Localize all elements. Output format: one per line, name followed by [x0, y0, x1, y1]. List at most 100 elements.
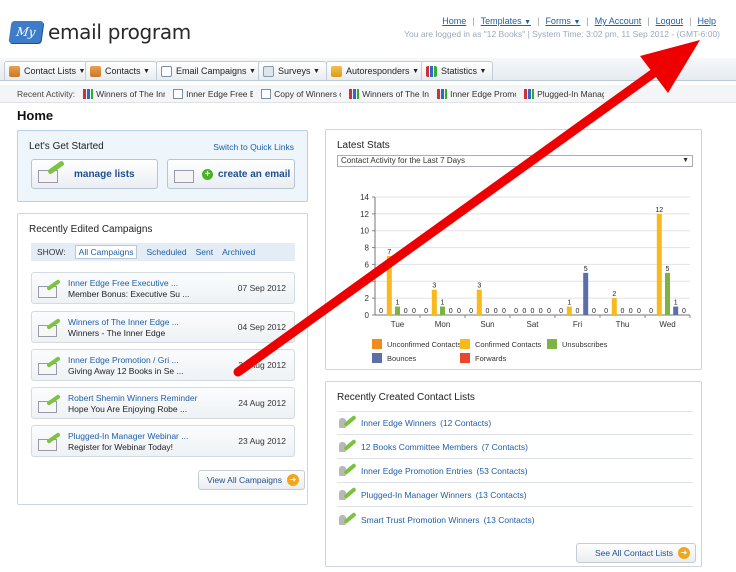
view-all-campaigns-button[interactable]: View All Campaigns ➜ — [198, 470, 305, 490]
tab-surveys[interactable]: Surveys ▼ — [258, 61, 327, 80]
tab-autoresponders[interactable]: Autoresponders ▼ — [326, 61, 426, 80]
contact-list-item[interactable]: Inner Edge Winners (12 Contacts) — [337, 412, 693, 435]
legend-label: Bounces — [387, 353, 417, 363]
contact-list-name[interactable]: Inner Edge Winners — [361, 418, 436, 428]
bar-value-label: 0 — [592, 308, 596, 315]
filter-sent[interactable]: Sent — [196, 247, 214, 257]
pen-shape — [343, 414, 357, 428]
stats-period-select[interactable]: Contact Activity for the Last 7 Days ▼ — [337, 155, 693, 167]
forms-label: Forms — [545, 16, 571, 26]
contact-list-item[interactable]: Smart Trust Promotion Winners (13 Contact… — [337, 508, 693, 531]
x-tick-label: Thu — [616, 320, 630, 329]
contact-list-item[interactable]: Plugged-In Manager Winners (13 Contacts) — [337, 484, 693, 507]
bar-chart-icon — [349, 88, 360, 99]
recent-activity-item[interactable]: Plugged-In Manager — [524, 88, 604, 99]
tab-email-campaigns[interactable]: Email Campaigns ▼ — [156, 61, 263, 80]
bar — [386, 256, 392, 315]
campaign-subject: Member Bonus: Executive Su ... — [68, 289, 190, 299]
bar-value-label: 0 — [576, 308, 580, 315]
campaign-icon — [38, 356, 64, 377]
bar-chart-icon — [83, 88, 94, 99]
filter-all-campaigns[interactable]: All Campaigns — [74, 245, 138, 259]
tab-contact-lists[interactable]: Contact Lists ▼ — [4, 61, 93, 80]
x-tick-label: Sun — [480, 320, 494, 329]
campaign-item[interactable]: Inner Edge Promotion / Gri ... Giving Aw… — [31, 349, 295, 381]
campaign-item[interactable]: Robert Shemin Winners Reminder Hope You … — [31, 387, 295, 419]
bar — [440, 306, 445, 315]
recent-activity-item[interactable]: Inner Edge Promotion — [437, 88, 516, 99]
recent-activity-item[interactable]: Winners of The Inner Edge — [349, 88, 429, 99]
bar-value-label: 0 — [531, 308, 535, 315]
manage-lists-button[interactable]: manage lists — [31, 159, 158, 189]
recent-item-label: Inner Edge Free Executive — [186, 88, 253, 99]
envelope-icon — [174, 163, 200, 185]
campaign-name[interactable]: Inner Edge Free Executive ... — [68, 278, 178, 288]
campaign-name[interactable]: Inner Edge Promotion / Gri ... — [68, 355, 179, 365]
header: My email program Home | Templates ▼ | Form… — [0, 0, 736, 58]
contact-list-name[interactable]: Inner Edge Promotion Entries — [361, 466, 473, 476]
campaign-item[interactable]: Inner Edge Free Executive ... Member Bon… — [31, 272, 295, 304]
recent-activity-item[interactable]: Winners of The Inner Edge — [83, 88, 165, 99]
bar-value-label: 5 — [666, 266, 670, 273]
campaign-name[interactable]: Robert Shemin Winners Reminder — [68, 393, 197, 403]
contact-list-count: (7 Contacts) — [481, 442, 528, 452]
pen-shape — [343, 486, 357, 500]
see-all-contact-lists-button[interactable]: See All Contact Lists ➜ — [576, 543, 696, 563]
view-all-campaigns-label: View All Campaigns — [207, 475, 282, 485]
separator: | — [647, 16, 650, 26]
see-all-contact-lists-label: See All Contact Lists — [595, 548, 673, 558]
contact-list-name[interactable]: Plugged-In Manager Winners — [361, 490, 472, 500]
bar-value-label: 0 — [637, 308, 641, 315]
contact-list-item[interactable]: Inner Edge Promotion Entries (53 Contacts… — [337, 460, 693, 483]
help-link[interactable]: Help — [697, 16, 716, 26]
campaign-date: 24 Aug 2012 — [238, 398, 286, 408]
bar-value-label: 1 — [674, 300, 678, 307]
contact-list-item[interactable]: 12 Books Committee Members (7 Contacts) — [337, 436, 693, 459]
recent-activity-item[interactable]: Inner Edge Free Executive — [173, 88, 253, 99]
bar-value-label: 0 — [629, 308, 633, 315]
tab-statistics[interactable]: Statistics ▼ — [421, 61, 494, 80]
bar-value-label: 0 — [494, 308, 498, 315]
y-tick-label: 14 — [360, 193, 369, 202]
campaign-icon — [38, 432, 64, 453]
y-tick-label: 12 — [360, 210, 369, 219]
tab-label: Email Campaigns — [176, 66, 247, 76]
my-account-link[interactable]: My Account — [595, 16, 642, 26]
envelope-icon — [161, 65, 172, 77]
tab-contacts[interactable]: Contacts ▼ — [85, 61, 157, 80]
y-tick-label: 0 — [365, 311, 370, 320]
create-email-button[interactable]: + create an email — [167, 159, 295, 189]
contact-list-name[interactable]: 12 Books Committee Members — [361, 442, 478, 452]
logout-link[interactable]: Logout — [656, 16, 684, 26]
bar-value-label: 1 — [441, 300, 445, 307]
campaign-icon — [38, 318, 64, 339]
login-info: You are logged in as "12 Books" | System… — [404, 29, 720, 39]
latest-stats-title: Latest Stats — [337, 140, 390, 151]
separator: | — [472, 16, 475, 26]
pen-shape — [343, 511, 357, 524]
home-link[interactable]: Home — [442, 16, 466, 26]
legend-label: Unsubscribes — [562, 339, 608, 349]
contacts-icon — [9, 65, 20, 77]
app-logo[interactable]: My email program — [8, 20, 191, 44]
campaign-name[interactable]: Plugged-In Manager Webinar ... — [68, 431, 188, 441]
campaign-date: 04 Sep 2012 — [237, 322, 286, 332]
switch-quick-links-link[interactable]: Switch to Quick Links — [213, 142, 294, 152]
campaign-name[interactable]: Winners of The Inner Edge ... — [68, 317, 179, 327]
chevron-down-icon: ▼ — [524, 19, 532, 26]
filter-archived[interactable]: Archived — [222, 247, 255, 257]
bar — [611, 298, 617, 315]
forms-link[interactable]: Forms ▼ — [545, 16, 580, 26]
legend-label: Unconfirmed Contacts — [387, 339, 462, 349]
bar-value-label: 0 — [539, 308, 543, 315]
campaign-item[interactable]: Winners of The Inner Edge ... Winners - … — [31, 311, 295, 343]
campaign-item[interactable]: Plugged-In Manager Webinar ... Register … — [31, 425, 295, 457]
logo-badge: My — [8, 21, 44, 43]
bar-value-label: 0 — [379, 308, 383, 315]
templates-link[interactable]: Templates ▼ — [481, 16, 531, 26]
bar-value-label: 0 — [514, 308, 518, 315]
recent-activity-item[interactable]: Copy of Winners of The — [261, 88, 341, 99]
filter-scheduled[interactable]: Scheduled — [146, 247, 186, 257]
tab-label: Contacts — [105, 66, 141, 76]
contact-list-name[interactable]: Smart Trust Promotion Winners — [361, 515, 480, 525]
